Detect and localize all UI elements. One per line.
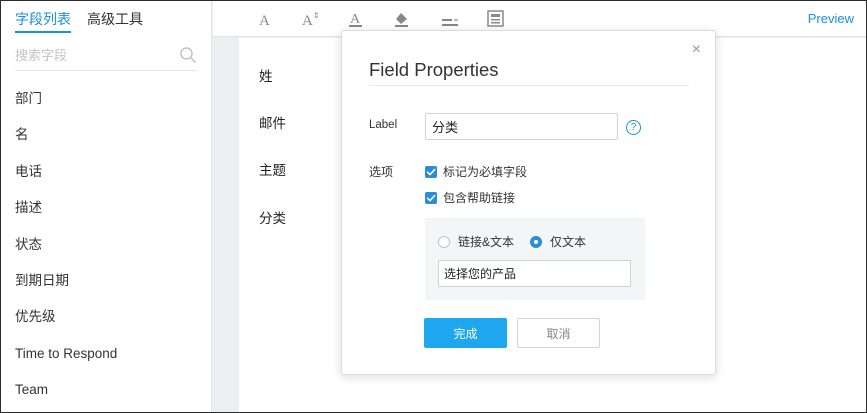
form-field-category[interactable]: 分类 bbox=[259, 207, 286, 227]
radio-link-and-text[interactable]: 链接&文本 bbox=[438, 233, 514, 250]
svg-text:A: A bbox=[350, 12, 361, 27]
svg-text:A: A bbox=[259, 13, 270, 29]
dialog-title: Field Properties bbox=[369, 59, 499, 80]
help-icon[interactable]: ? bbox=[626, 120, 641, 135]
label-caption: Label bbox=[369, 119, 398, 131]
tab-field-list[interactable]: 字段列表 bbox=[15, 9, 71, 33]
radio-selected-icon[interactable] bbox=[530, 235, 542, 248]
field-sidebar: 字段列表 高级工具 部门 名 电话 描述 状态 到期日期 优先级 Time to… bbox=[1, 1, 212, 412]
font-icon[interactable]: A bbox=[255, 9, 277, 29]
field-search bbox=[15, 41, 197, 71]
required-checkbox-label: 标记为必填字段 bbox=[443, 165, 528, 179]
form-field-email[interactable]: 邮件 bbox=[259, 112, 286, 132]
sidebar-item-description[interactable]: 描述 bbox=[15, 190, 117, 226]
preview-link[interactable]: Preview bbox=[808, 11, 854, 26]
field-properties-dialog: × Field Properties Label ? 选项 标记为必填字段 包含… bbox=[341, 30, 716, 375]
sidebar-item-department[interactable]: 部门 bbox=[15, 81, 117, 117]
options-caption: 选项 bbox=[369, 165, 394, 179]
required-checkbox[interactable]: 标记为必填字段 bbox=[425, 163, 527, 180]
sidebar-item-priority[interactable]: 优先级 bbox=[15, 299, 117, 335]
checkbox-checked-icon[interactable] bbox=[425, 165, 437, 178]
text-color-icon[interactable]: A bbox=[345, 9, 367, 29]
done-button[interactable]: 完成 bbox=[424, 318, 507, 348]
sidebar-item-status[interactable]: 状态 bbox=[15, 227, 117, 263]
help-link-options-panel: 链接&文本 仅文本 bbox=[425, 218, 645, 300]
checkbox-checked-icon[interactable] bbox=[425, 191, 437, 204]
layout-icon[interactable] bbox=[485, 9, 507, 29]
radio-link-and-text-label: 链接&文本 bbox=[458, 235, 515, 249]
sidebar-item-due-date[interactable]: 到期日期 bbox=[15, 263, 117, 299]
svg-text:⇕: ⇕ bbox=[313, 11, 320, 20]
help-link-checkbox[interactable]: 包含帮助链接 bbox=[425, 189, 515, 206]
sidebar-item-first-name[interactable]: 名 bbox=[15, 117, 117, 153]
svg-text:A: A bbox=[302, 13, 313, 29]
field-list: 部门 名 电话 描述 状态 到期日期 优先级 Time to Respond T… bbox=[15, 81, 117, 409]
form-field-subject[interactable]: 主题 bbox=[259, 159, 286, 179]
font-size-icon[interactable]: A ⇕ bbox=[299, 9, 321, 29]
radio-text-only-label: 仅文本 bbox=[550, 235, 587, 249]
search-input[interactable] bbox=[15, 41, 165, 69]
dialog-divider bbox=[369, 85, 689, 86]
radio-text-only[interactable]: 仅文本 bbox=[530, 233, 586, 250]
help-text-input[interactable] bbox=[438, 260, 631, 287]
help-link-checkbox-label: 包含帮助链接 bbox=[443, 191, 516, 205]
sidebar-item-time-to-respond[interactable]: Time to Respond bbox=[15, 336, 117, 372]
tab-advanced-tools[interactable]: 高级工具 bbox=[87, 9, 143, 33]
radio-unselected-icon[interactable] bbox=[438, 235, 450, 248]
cancel-button[interactable]: 取消 bbox=[517, 318, 600, 348]
label-input[interactable] bbox=[425, 113, 618, 140]
sidebar-item-phone[interactable]: 电话 bbox=[15, 154, 117, 190]
sidebar-tabs: 字段列表 高级工具 bbox=[15, 9, 143, 33]
sidebar-item-team[interactable]: Team bbox=[15, 372, 117, 408]
fill-color-icon[interactable] bbox=[391, 9, 413, 29]
form-field-last-name[interactable]: 姓 bbox=[259, 65, 273, 85]
label-align-icon[interactable] bbox=[439, 9, 461, 29]
close-icon[interactable]: × bbox=[692, 42, 701, 58]
search-icon[interactable] bbox=[179, 46, 197, 64]
app-frame: 字段列表 高级工具 部门 名 电话 描述 状态 到期日期 优先级 Time to… bbox=[0, 0, 867, 413]
